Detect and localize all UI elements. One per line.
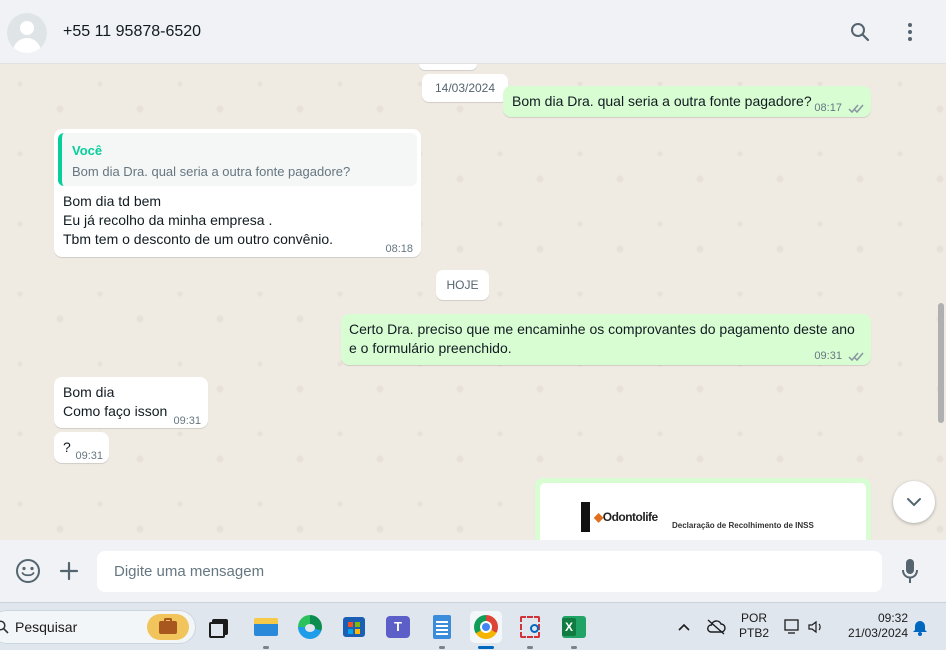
emoji-icon[interactable] [12, 555, 44, 587]
message-incoming[interactable]: Você Bom dia Dra. qual seria a outra fon… [54, 129, 421, 257]
search-icon [0, 620, 9, 634]
clock-time: 09:32 [877, 611, 908, 625]
notepad-icon[interactable] [426, 611, 458, 649]
message-time-text: 09:31 [814, 350, 842, 362]
date-chip: HOJE [436, 270, 489, 300]
message-line: Tbm tem o desconto de um outro convênio. [63, 231, 334, 247]
chrome-icon[interactable] [470, 611, 502, 649]
message-text: Bom dia Dra. qual seria a outra fonte pa… [512, 93, 812, 109]
avatar[interactable] [7, 13, 47, 53]
date-chip-partial [419, 64, 477, 70]
menu-dots-icon[interactable] [896, 18, 924, 46]
message-time: 08:18 [385, 243, 413, 255]
message-outgoing[interactable]: Certo Dra. preciso que me encaminhe os c… [341, 314, 871, 365]
doc-logo-text: ◆Odontolife [594, 508, 658, 527]
message-time: 09:31 [75, 450, 103, 462]
doc-logo-name: Odontolife [602, 510, 659, 524]
document-message[interactable]: ◆Odontolife Declaração de Recolhimento d… [535, 478, 871, 540]
clock[interactable]: 09:32 21/03/2024 [836, 611, 908, 641]
composer [0, 540, 946, 602]
briefcase-icon [147, 614, 189, 640]
volume-icon[interactable] [800, 611, 832, 643]
scroll-down-button[interactable] [893, 481, 935, 523]
clock-date: 21/03/2024 [847, 626, 908, 640]
message-time: 08:17 [814, 99, 864, 118]
quoted-message[interactable]: Você Bom dia Dra. qual seria a outra fon… [58, 133, 417, 186]
onedrive-offline-icon[interactable] [700, 611, 732, 643]
doc-title: Declaração de Recolhimento de INSS [672, 521, 814, 530]
double-check-icon [848, 352, 864, 361]
snipping-tool-icon[interactable] [514, 611, 546, 649]
file-explorer-icon[interactable] [250, 611, 282, 649]
double-check-icon [848, 104, 864, 113]
tray-overflow-chevron-icon[interactable] [668, 611, 700, 643]
quote-author: Você [72, 143, 103, 158]
message-line: Como faço isson [63, 403, 168, 419]
language-line1: POR [740, 611, 767, 625]
message-incoming[interactable]: Bom dia Como faço isson 09:31 [54, 377, 208, 428]
teams-icon[interactable]: T [382, 611, 414, 643]
message-line: Certo Dra. preciso que me encaminhe os c… [349, 321, 855, 337]
chat-header: +55 11 95878-6520 [0, 0, 946, 64]
attach-plus-icon[interactable] [53, 555, 85, 587]
taskbar-search[interactable]: Pesquisar [0, 610, 196, 644]
microphone-icon[interactable] [894, 555, 926, 587]
search-icon[interactable] [846, 18, 874, 46]
message-input[interactable] [97, 551, 882, 592]
quote-text: Bom dia Dra. qual seria a outra fonte pa… [72, 164, 351, 179]
message-text: Certo Dra. preciso que me encaminhe os c… [349, 320, 855, 358]
chevron-down-icon [907, 498, 921, 507]
message-line: Eu já recolho da minha empresa . [63, 212, 273, 228]
windows-taskbar: Pesquisar T X POR PTB2 09:32 21/03/2024 [0, 602, 946, 650]
notification-bell-icon[interactable] [904, 611, 936, 643]
date-chip: 14/03/2024 [422, 74, 508, 102]
message-incoming[interactable]: ? 09:31 [54, 432, 109, 463]
taskbar-search-label: Pesquisar [15, 619, 78, 635]
contact-name[interactable]: +55 11 95878-6520 [63, 23, 201, 41]
message-line: Bom dia td bem [63, 193, 162, 209]
excel-icon[interactable]: X [558, 611, 590, 649]
document-preview[interactable]: ◆Odontolife Declaração de Recolhimento d… [540, 483, 866, 540]
scrollbar[interactable] [938, 303, 944, 423]
message-text: Bom dia Como faço isson [63, 383, 167, 421]
message-list[interactable]: 14/03/2024 Bom dia Dra. qual seria a out… [0, 64, 946, 540]
task-view-icon[interactable] [204, 611, 236, 643]
message-text: ? [63, 439, 71, 455]
doc-logo-mark: ◆ [594, 510, 603, 524]
message-line: e o formulário preenchido. [349, 340, 512, 356]
edge-icon[interactable] [294, 611, 326, 643]
message-time: 09:31 [814, 347, 864, 366]
doc-logo-bar [581, 502, 590, 532]
language-line2: PTB2 [738, 626, 769, 640]
whatsapp-window: +55 11 95878-6520 14/03/2024 Bom dia Dra… [0, 0, 946, 650]
language-indicator[interactable]: POR PTB2 [738, 611, 770, 641]
message-text: Bom dia td bem Eu já recolho da minha em… [63, 192, 333, 249]
message-time: 09:31 [173, 415, 201, 427]
microsoft-store-icon[interactable] [338, 611, 370, 643]
message-line: Bom dia [63, 384, 115, 400]
message-outgoing[interactable]: Bom dia Dra. qual seria a outra fonte pa… [503, 86, 871, 117]
message-time-text: 08:17 [814, 102, 842, 114]
